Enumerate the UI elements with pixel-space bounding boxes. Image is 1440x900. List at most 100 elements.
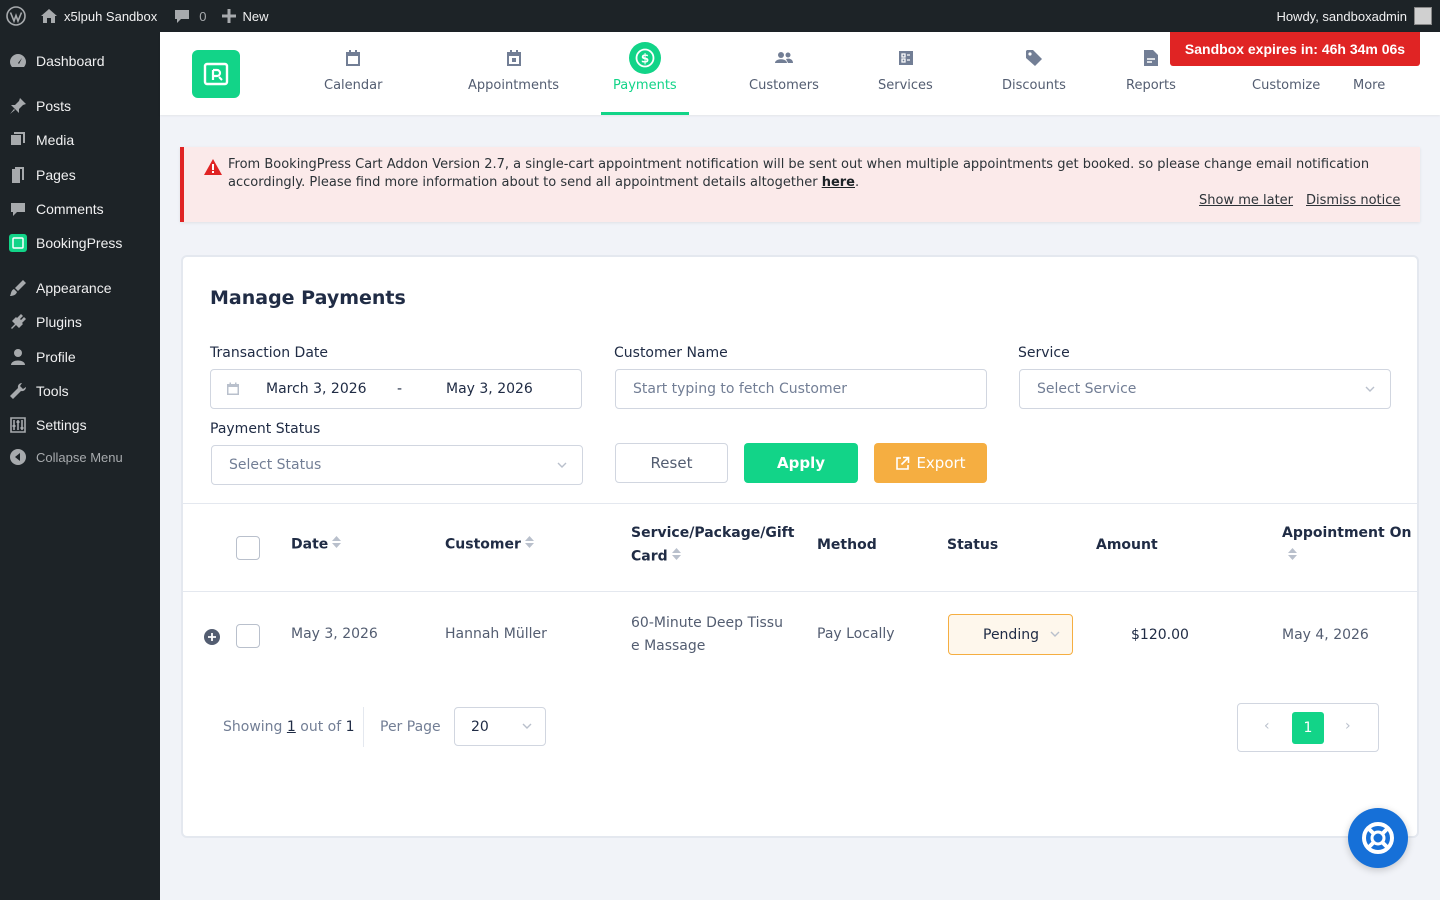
tab-label: Customize bbox=[1252, 78, 1321, 93]
sidebar-item-label: Settings bbox=[36, 417, 87, 433]
customers-icon bbox=[772, 46, 796, 70]
tab-calendar[interactable]: Calendar bbox=[324, 32, 382, 115]
tab-label: Customers bbox=[749, 78, 819, 93]
new-content-link[interactable]: New bbox=[214, 0, 276, 32]
collapse-menu-button[interactable]: Collapse Menu bbox=[0, 440, 160, 474]
sidebar-item-label: Comments bbox=[36, 201, 104, 217]
lifebuoy-icon bbox=[1362, 822, 1394, 854]
tab-reports[interactable]: Reports bbox=[1126, 32, 1176, 115]
export-button[interactable]: Export bbox=[874, 443, 987, 483]
expand-row-icon[interactable] bbox=[203, 628, 221, 650]
transaction-date-range-picker[interactable]: March 3, 2026 - May 3, 2026 bbox=[210, 369, 582, 409]
admin-sidebar: Dashboard Posts Media Pages Comments Boo… bbox=[0, 32, 160, 900]
comments-count: 0 bbox=[199, 8, 207, 24]
sidebar-item-media[interactable]: Media bbox=[0, 123, 160, 157]
tab-appointments[interactable]: Appointments bbox=[468, 32, 559, 115]
brush-icon bbox=[8, 278, 28, 298]
page-title: Manage Payments bbox=[210, 287, 406, 309]
site-name-link[interactable]: x5lpuh Sandbox bbox=[32, 0, 165, 32]
sidebar-item-label: Plugins bbox=[36, 314, 82, 330]
reset-button[interactable]: Reset bbox=[615, 443, 728, 483]
comment-bubble-icon bbox=[175, 10, 190, 23]
sidebar-item-appearance[interactable]: Appearance bbox=[0, 271, 160, 305]
avatar bbox=[1414, 7, 1432, 25]
customer-name-input[interactable]: Start typing to fetch Customer bbox=[615, 369, 987, 409]
col-header-appointment-on[interactable]: Appointment On bbox=[1282, 522, 1411, 569]
tab-label: Reports bbox=[1126, 78, 1176, 93]
show-me-later-link[interactable]: Show me later bbox=[1199, 193, 1293, 208]
wordpress-logo-icon[interactable] bbox=[0, 0, 32, 32]
tab-payments[interactable]: $ Payments bbox=[601, 32, 689, 115]
tab-services[interactable]: Services bbox=[878, 32, 933, 115]
sidebar-item-posts[interactable]: Posts bbox=[0, 89, 160, 123]
sidebar-item-dashboard[interactable]: Dashboard bbox=[0, 44, 160, 78]
sidebar-item-tools[interactable]: Tools bbox=[0, 374, 160, 408]
notice-here-link[interactable]: here bbox=[822, 175, 855, 190]
warning-icon bbox=[204, 159, 222, 179]
notice-message: From BookingPress Cart Addon Version 2.7… bbox=[228, 157, 1370, 190]
wrench-icon bbox=[8, 381, 28, 401]
dismiss-notice-link[interactable]: Dismiss notice bbox=[1306, 193, 1400, 208]
select-all-checkbox[interactable] bbox=[236, 536, 260, 560]
per-page-select[interactable]: 20 bbox=[454, 707, 546, 746]
row-service-line2: e Massage bbox=[631, 638, 706, 654]
pagination-divider bbox=[363, 707, 364, 747]
showing-count: Showing 1 out of 1 bbox=[223, 719, 355, 735]
sidebar-item-label: Profile bbox=[36, 349, 76, 365]
tag-icon bbox=[1022, 46, 1046, 70]
chevron-down-icon bbox=[1364, 383, 1376, 399]
sort-icon bbox=[1288, 545, 1297, 568]
help-button[interactable] bbox=[1348, 808, 1408, 868]
col-label-line2: Card bbox=[631, 548, 668, 565]
row-method: Pay Locally bbox=[817, 626, 895, 642]
showing-out-of: out of bbox=[300, 719, 342, 735]
next-page-button[interactable]: › bbox=[1345, 718, 1351, 734]
sidebar-item-settings[interactable]: Settings bbox=[0, 408, 160, 442]
tab-label: Payments bbox=[613, 78, 677, 93]
row-service: 60-Minute Deep Tissu e Massage bbox=[631, 612, 783, 658]
col-header-service[interactable]: Service/Package/Gift Card bbox=[631, 522, 811, 569]
media-icon bbox=[8, 130, 28, 150]
notice-text: From BookingPress Cart Addon Version 2.7… bbox=[228, 156, 1388, 192]
calendar-icon bbox=[226, 382, 240, 400]
export-icon bbox=[895, 456, 910, 471]
bookingpress-logo[interactable] bbox=[192, 50, 240, 98]
row-status-select[interactable]: Pending bbox=[948, 614, 1073, 655]
sidebar-item-profile[interactable]: Profile bbox=[0, 340, 160, 374]
sidebar-item-label: Tools bbox=[36, 383, 69, 399]
sidebar-item-label: Media bbox=[36, 132, 75, 148]
sidebar-item-bookingpress[interactable]: BookingPress bbox=[0, 226, 160, 260]
col-label: Date bbox=[291, 536, 329, 553]
admin-bar: x5lpuh Sandbox 0 New Howdy, sandboxadmin bbox=[0, 0, 1440, 32]
appointments-icon bbox=[502, 46, 526, 70]
sidebar-item-pages[interactable]: Pages bbox=[0, 158, 160, 192]
col-header-customer[interactable]: Customer bbox=[445, 533, 534, 557]
plugin-icon bbox=[8, 312, 28, 332]
manage-payments-card: Manage Payments Transaction Date March 3… bbox=[181, 255, 1419, 838]
my-account[interactable]: Howdy, sandboxadmin bbox=[1276, 7, 1440, 25]
comments-link[interactable]: 0 bbox=[165, 0, 214, 32]
showing-current: 1 bbox=[286, 719, 296, 735]
apply-label: Apply bbox=[776, 454, 825, 472]
col-header-amount: Amount bbox=[1096, 537, 1158, 553]
row-customer: Hannah Müller bbox=[445, 626, 547, 642]
service-select[interactable]: Select Service bbox=[1019, 369, 1391, 409]
tab-customers[interactable]: Customers bbox=[749, 32, 819, 115]
date-end: May 3, 2026 bbox=[446, 381, 533, 397]
tab-discounts[interactable]: Discounts bbox=[1002, 32, 1066, 115]
sidebar-item-plugins[interactable]: Plugins bbox=[0, 305, 160, 339]
payment-status-select[interactable]: Select Status bbox=[211, 445, 583, 485]
bookingpress-logo-icon bbox=[203, 62, 229, 86]
apply-button[interactable]: Apply bbox=[744, 443, 858, 483]
page-1-button[interactable]: 1 bbox=[1292, 712, 1324, 744]
report-icon bbox=[1139, 46, 1163, 70]
per-page-label: Per Page bbox=[380, 719, 441, 735]
date-separator: - bbox=[397, 381, 403, 397]
dollar-icon: $ bbox=[629, 42, 661, 74]
prev-page-button[interactable]: ‹ bbox=[1264, 718, 1270, 734]
row-checkbox[interactable] bbox=[236, 624, 260, 648]
sidebar-item-label: Appearance bbox=[36, 280, 112, 296]
collapse-arrow-icon bbox=[8, 447, 28, 467]
sidebar-item-comments[interactable]: Comments bbox=[0, 192, 160, 226]
col-header-date[interactable]: Date bbox=[291, 533, 342, 557]
